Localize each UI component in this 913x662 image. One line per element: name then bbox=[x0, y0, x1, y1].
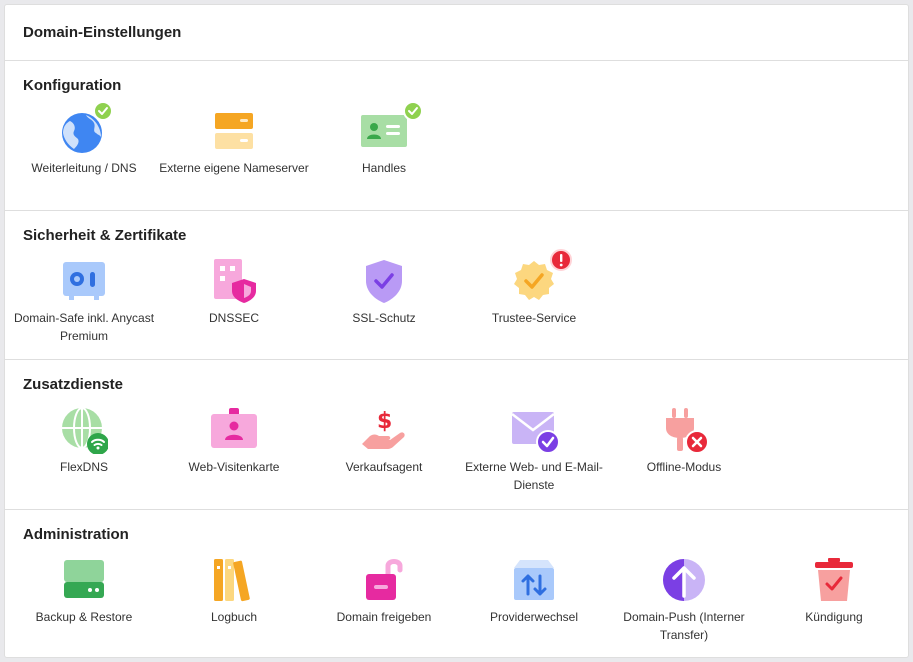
item-domain-push[interactable]: Domain-Push (Interner Transfer) bbox=[609, 556, 759, 644]
ssl-shield-icon bbox=[366, 260, 402, 303]
item-label: Domain-Safe inkl. Anycast Premium bbox=[13, 311, 155, 343]
item-label: FlexDNS bbox=[59, 460, 108, 474]
logbook-icon bbox=[214, 559, 250, 602]
section-sicherheit: Sicherheit & Zertifikate Domain-Safe ink… bbox=[5, 211, 908, 360]
check-badge-icon bbox=[93, 101, 113, 121]
item-offline-modus[interactable]: Offline-Modus bbox=[609, 406, 759, 494]
item-label: Offline-Modus bbox=[646, 460, 722, 474]
dnssec-shield-icon bbox=[214, 259, 256, 303]
item-label: Logbuch bbox=[210, 610, 258, 624]
svg-text:$: $ bbox=[377, 409, 392, 434]
mail-check-icon bbox=[511, 412, 558, 454]
item-label: Providerwechsel bbox=[489, 610, 579, 624]
warning-badge-icon bbox=[550, 249, 572, 271]
item-flexdns[interactable]: FlexDNS bbox=[9, 406, 159, 494]
item-providerwechsel[interactable]: Providerwechsel bbox=[459, 556, 609, 644]
money-hand-icon: $ bbox=[362, 409, 405, 449]
flexdns-globe-icon bbox=[62, 407, 108, 454]
item-label: Backup & Restore bbox=[35, 610, 133, 624]
item-kuendigung[interactable]: Kündigung bbox=[759, 556, 909, 644]
item-externe-dienste[interactable]: Externe Web- und E-Mail-Dienste bbox=[459, 406, 609, 494]
panel-title: Domain-Einstellungen bbox=[5, 5, 908, 61]
item-label: Kündigung bbox=[805, 610, 863, 624]
item-label: Weiterleitung / DNS bbox=[31, 161, 137, 175]
item-label: Domain freigeben bbox=[336, 610, 432, 624]
item-verkaufsagent[interactable]: $ Verkaufsagent bbox=[309, 406, 459, 494]
item-trustee-service[interactable]: Trustee-Service bbox=[459, 249, 609, 345]
section-title: Konfiguration bbox=[23, 77, 122, 94]
item-label: DNSSEC bbox=[208, 311, 259, 325]
item-weiterleitung-dns[interactable]: Weiterleitung / DNS bbox=[9, 101, 159, 177]
item-externe-nameserver[interactable]: Externe eigene Nameserver bbox=[159, 107, 309, 177]
item-dnssec[interactable]: DNSSEC bbox=[159, 257, 309, 345]
item-logbuch[interactable]: Logbuch bbox=[159, 556, 309, 644]
item-web-visitenkarte[interactable]: Web-Visitenkarte bbox=[159, 406, 309, 494]
item-label: Handles bbox=[361, 161, 407, 175]
domain-settings-panel: Domain-Einstellungen Konfiguration Weite… bbox=[4, 4, 909, 658]
domain-push-icon bbox=[663, 559, 705, 601]
section-administration: Administration Backup & Restore Logbuch … bbox=[5, 510, 908, 658]
item-label: Externe eigene Nameserver bbox=[159, 161, 309, 175]
item-label: Verkaufsagent bbox=[345, 460, 423, 474]
plug-off-icon bbox=[666, 408, 708, 454]
section-title: Zusatzdienste bbox=[23, 376, 124, 393]
item-label: Trustee-Service bbox=[491, 311, 577, 325]
server-icon bbox=[215, 113, 253, 149]
item-domain-safe[interactable]: Domain-Safe inkl. Anycast Premium bbox=[9, 257, 159, 345]
id-badge-icon bbox=[211, 408, 257, 448]
item-label: SSL-Schutz bbox=[352, 311, 416, 325]
check-badge-icon bbox=[403, 101, 423, 121]
provider-switch-icon bbox=[514, 560, 554, 600]
item-label: Domain-Push (Interner Transfer) bbox=[623, 610, 745, 642]
item-label: Web-Visitenkarte bbox=[188, 460, 280, 474]
section-title: Administration bbox=[23, 526, 129, 543]
item-backup-restore[interactable]: Backup & Restore bbox=[9, 556, 159, 644]
section-zusatzdienste: Zusatzdienste FlexDNS Web-Visitenkarte $… bbox=[5, 360, 908, 510]
item-handles[interactable]: Handles bbox=[309, 101, 459, 177]
section-title: Sicherheit & Zertifikate bbox=[23, 227, 187, 244]
backup-drive-icon bbox=[64, 560, 104, 598]
unlock-icon bbox=[366, 559, 403, 600]
section-konfiguration: Konfiguration Weiterleitung / DNS Extern… bbox=[5, 61, 908, 211]
item-label: Externe Web- und E-Mail-Dienste bbox=[465, 460, 603, 492]
contact-card-icon bbox=[361, 115, 407, 147]
item-domain-freigeben[interactable]: Domain freigeben bbox=[309, 556, 459, 644]
safe-icon bbox=[63, 262, 105, 300]
trash-icon bbox=[815, 558, 853, 601]
item-ssl-schutz[interactable]: SSL-Schutz bbox=[309, 257, 459, 345]
